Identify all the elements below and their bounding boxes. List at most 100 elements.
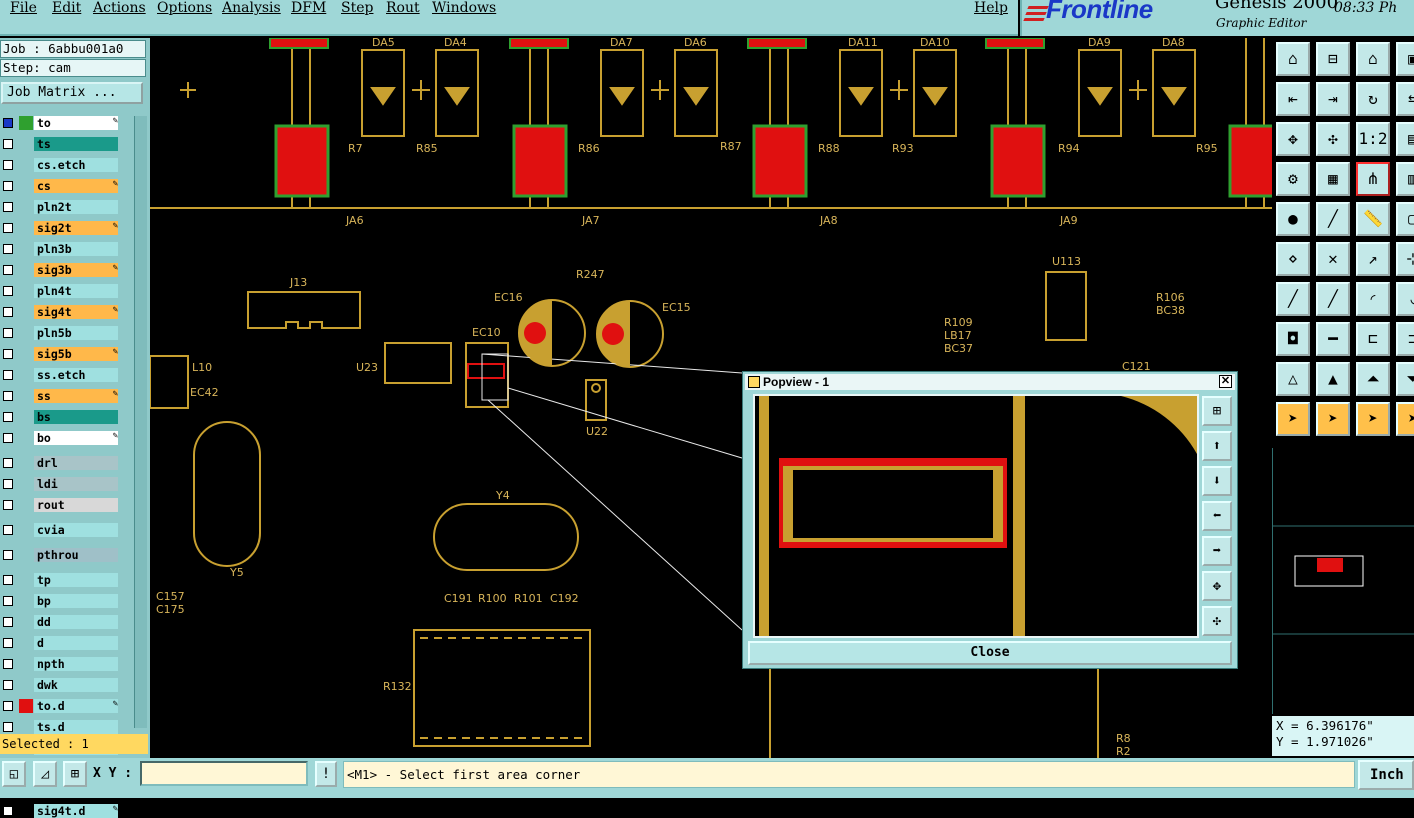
layer-scrollbar[interactable]	[134, 116, 147, 728]
fit-view-icon[interactable]: ✣	[1202, 606, 1232, 636]
layer-color-swatch[interactable]	[19, 615, 33, 629]
zoom-home-icon[interactable]: ⌂	[1276, 42, 1310, 76]
pointer4-icon[interactable]: ➤	[1396, 402, 1414, 436]
triangle-icon[interactable]: △	[1276, 362, 1310, 396]
pan-up-icon[interactable]: ⬆	[1202, 431, 1232, 461]
popview-titlebar[interactable]: Popview - 1 ✕	[745, 374, 1235, 390]
layer-color-swatch[interactable]	[19, 573, 33, 587]
layer-color-swatch[interactable]	[19, 347, 33, 361]
line-icon[interactable]: ╱	[1316, 202, 1350, 236]
layer-color-swatch[interactable]	[19, 657, 33, 671]
node2-icon[interactable]: ⊹	[1396, 242, 1414, 276]
layer-row-sig5b[interactable]: sig5b ✎	[0, 347, 120, 361]
layer-color-swatch[interactable]	[19, 368, 33, 382]
layer-row-dd[interactable]: dd	[0, 615, 120, 629]
layer-color-swatch[interactable]	[19, 636, 33, 650]
alert-icon[interactable]: !	[315, 761, 337, 787]
fit-icon[interactable]: ✥	[1276, 122, 1310, 156]
layer-color-swatch[interactable]	[19, 720, 33, 734]
mirror-icon[interactable]: ⇆	[1396, 82, 1414, 116]
layer-checkbox[interactable]	[3, 722, 13, 732]
measure-icon[interactable]: ◿	[33, 761, 57, 787]
tune-icon[interactable]: ⚙	[1276, 162, 1310, 196]
box-icon[interactable]: ▢	[1396, 202, 1414, 236]
layer-checkbox[interactable]	[3, 286, 13, 296]
layer-checkbox[interactable]	[3, 265, 13, 275]
ruler-icon[interactable]: 📏	[1356, 202, 1390, 236]
layer-row-bo[interactable]: bo ✎	[0, 431, 120, 445]
triangle4-icon[interactable]: ⏷	[1396, 362, 1414, 396]
triangle2-icon[interactable]: ▲	[1316, 362, 1350, 396]
layer-color-swatch[interactable]	[19, 242, 33, 256]
layer-color-swatch[interactable]	[19, 410, 33, 424]
layer-checkbox[interactable]	[3, 244, 13, 254]
ratio-icon[interactable]: 1:2	[1356, 122, 1390, 156]
layer-checkbox[interactable]	[3, 223, 13, 233]
layer-row-pln3b[interactable]: pln3b	[0, 242, 120, 256]
layer-row-to-d[interactable]: to.d ✎	[0, 699, 120, 713]
layer-row-cvia[interactable]: cvia	[0, 523, 120, 537]
layer-checkbox[interactable]	[3, 596, 13, 606]
layer-row-ss[interactable]: ss ✎	[0, 389, 120, 403]
popview-close-button[interactable]: Close	[748, 641, 1232, 665]
pan-left-icon[interactable]: ⬅	[1202, 501, 1232, 531]
node-icon[interactable]: ⋄	[1276, 242, 1310, 276]
snap-icon[interactable]: ◱	[2, 761, 26, 787]
layer-checkbox[interactable]	[3, 617, 13, 627]
layer-color-swatch[interactable]	[19, 284, 33, 298]
layer-checkbox[interactable]	[3, 701, 13, 711]
layer-checkbox[interactable]	[3, 328, 13, 338]
layer-row-ts[interactable]: ts	[0, 137, 120, 151]
layer-checkbox[interactable]	[3, 525, 13, 535]
layer-checkbox[interactable]	[3, 412, 13, 422]
menu-edit[interactable]: Edit	[52, 0, 81, 16]
layer-checkbox[interactable]	[3, 391, 13, 401]
layer-row-d[interactable]: d	[0, 636, 120, 650]
rotate-icon[interactable]: ↻	[1356, 82, 1390, 116]
arc2-icon[interactable]: ◟	[1396, 282, 1414, 316]
layer-checkbox[interactable]	[3, 659, 13, 669]
layer-checkbox[interactable]	[3, 550, 13, 560]
arrow-node-icon[interactable]: ↗	[1356, 242, 1390, 276]
layer-color-swatch[interactable]	[19, 523, 33, 537]
layer-row-tp[interactable]: tp	[0, 573, 120, 587]
layer-color-swatch[interactable]	[19, 477, 33, 491]
layer-color-swatch[interactable]	[19, 389, 33, 403]
net-icon[interactable]: ⋔	[1356, 162, 1390, 196]
layer-color-swatch[interactable]	[19, 326, 33, 340]
layer-row-bp[interactable]: bp	[0, 594, 120, 608]
layer-checkbox[interactable]	[3, 202, 13, 212]
layer-icon[interactable]: ▥	[1396, 162, 1414, 196]
unit-button[interactable]: Inch	[1358, 760, 1414, 790]
layer-row-to[interactable]: to ✎	[0, 116, 120, 130]
layer-row-pln4t[interactable]: pln4t	[0, 284, 120, 298]
pointer3-icon[interactable]: ➤	[1356, 402, 1390, 436]
layer-checkbox[interactable]	[3, 370, 13, 380]
layer-checkbox[interactable]	[3, 638, 13, 648]
menu-file[interactable]: File	[10, 0, 37, 16]
xy-input[interactable]	[140, 761, 308, 786]
pointer-icon[interactable]: ➤	[1276, 402, 1310, 436]
layer-checkbox[interactable]	[3, 181, 13, 191]
close-icon[interactable]: ✕	[1219, 375, 1232, 388]
layer-color-swatch[interactable]	[19, 305, 33, 319]
grid-icon[interactable]: ⊞	[63, 761, 87, 787]
pan-right-icon[interactable]: ⇥	[1316, 82, 1350, 116]
layer-checkbox[interactable]	[3, 680, 13, 690]
triangle3-icon[interactable]: ⏶	[1356, 362, 1390, 396]
menu-actions[interactable]: Actions	[93, 0, 146, 16]
layer-row-dwk[interactable]: dwk	[0, 678, 120, 692]
layer-row-ss-etch[interactable]: ss.etch	[0, 368, 120, 382]
job-matrix-button[interactable]: Job Matrix ...	[1, 82, 143, 104]
layer-color-swatch[interactable]	[19, 456, 33, 470]
grid-icon[interactable]: ▦	[1316, 162, 1350, 196]
cross-icon[interactable]: ✕	[1316, 242, 1350, 276]
zoom-out-icon[interactable]: ⊟	[1316, 42, 1350, 76]
layer-checkbox[interactable]	[3, 349, 13, 359]
layer-row-sig3b[interactable]: sig3b ✎	[0, 263, 120, 277]
layer-checkbox[interactable]	[3, 139, 13, 149]
menu-analysis[interactable]: Analysis	[222, 0, 281, 16]
snapshot-icon[interactable]: ▣	[1396, 42, 1414, 76]
layer-color-swatch[interactable]	[19, 200, 33, 214]
layer-row-pln2t[interactable]: pln2t	[0, 200, 120, 214]
